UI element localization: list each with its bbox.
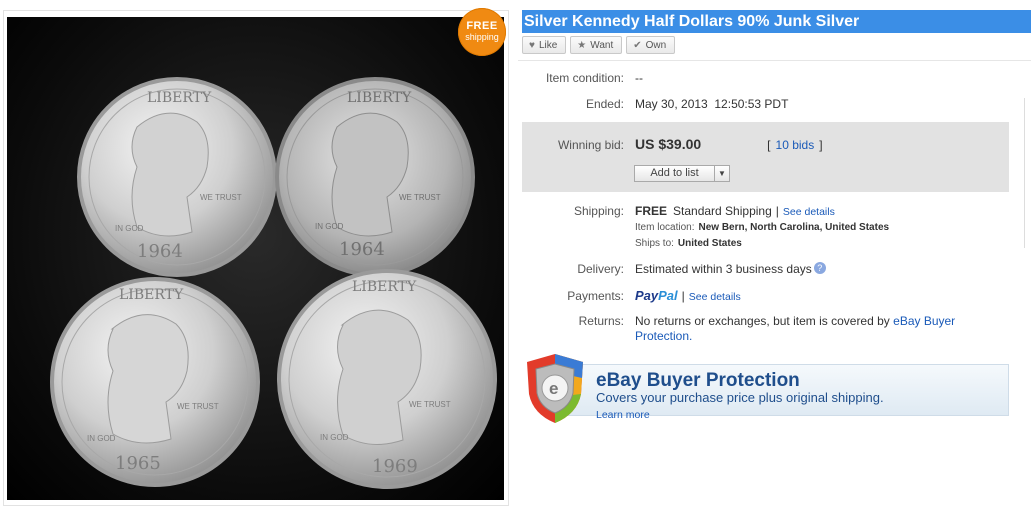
buyer-protection-subtitle: Covers your purchase price plus original… bbox=[596, 390, 884, 405]
own-button[interactable]: ✔ Own bbox=[626, 36, 676, 54]
paypal-logo-part2: Pal bbox=[658, 288, 678, 303]
condition-value: -- bbox=[635, 71, 643, 85]
free-shipping-badge: FREE shipping bbox=[458, 8, 506, 56]
svg-text:1969: 1969 bbox=[372, 456, 418, 477]
ended-value: May 30, 2013 12:50:53 PDT bbox=[635, 97, 789, 111]
want-label: Want bbox=[590, 39, 614, 51]
svg-text:WE TRUST: WE TRUST bbox=[399, 193, 441, 202]
item-photo[interactable]: LIBERTY IN GOD WE TRUST 1964 LIBERTY IN … bbox=[7, 17, 504, 500]
star-icon: ★ bbox=[577, 39, 587, 51]
winning-bid-amount: US $39.00 bbox=[635, 136, 702, 152]
returns-value: No returns or exchanges, but item is cov… bbox=[635, 314, 890, 328]
shipping-separator: | bbox=[775, 204, 779, 218]
svg-text:LIBERTY: LIBERTY bbox=[352, 279, 417, 295]
item-location-row: Item location: New Bern, North Carolina,… bbox=[635, 222, 889, 233]
svg-text:LIBERTY: LIBERTY bbox=[119, 287, 184, 303]
item-location-value: New Bern, North Carolina, United States bbox=[698, 222, 890, 233]
payments-separator: | bbox=[681, 289, 685, 303]
item-image-frame[interactable]: LIBERTY IN GOD WE TRUST 1964 LIBERTY IN … bbox=[3, 10, 509, 506]
coin-1: LIBERTY IN GOD WE TRUST 1964 bbox=[77, 77, 277, 277]
coin-2: LIBERTY IN GOD WE TRUST 1964 bbox=[275, 77, 475, 277]
shipping-row: Shipping: FREE Standard Shipping | See d… bbox=[525, 204, 835, 218]
like-button[interactable]: ♥ Like bbox=[522, 36, 567, 54]
scroll-edge bbox=[1024, 98, 1025, 248]
buyer-protection-banner[interactable]: e eBay Buyer Protection Covers your purc… bbox=[523, 352, 1009, 425]
delivery-value: Estimated within 3 business days bbox=[635, 262, 812, 276]
svg-text:LIBERTY: LIBERTY bbox=[147, 90, 212, 106]
svg-text:IN GOD: IN GOD bbox=[87, 434, 116, 443]
svg-text:1965: 1965 bbox=[115, 453, 161, 474]
item-location-label: Item location: bbox=[635, 222, 695, 233]
buyer-protection-title: eBay Buyer Protection bbox=[596, 370, 800, 391]
shield-icon: e bbox=[527, 354, 583, 423]
want-button[interactable]: ★ Want bbox=[570, 36, 623, 54]
payments-row: Payments: PayPal | See details bbox=[525, 288, 741, 303]
dropdown-arrow-icon[interactable]: ▼ bbox=[715, 166, 729, 181]
svg-text:1964: 1964 bbox=[137, 241, 183, 262]
badge-line1: FREE bbox=[466, 20, 498, 32]
svg-text:IN GOD: IN GOD bbox=[320, 433, 349, 442]
ships-to-row: Ships to: United States bbox=[635, 238, 742, 249]
ended-label: Ended: bbox=[585, 97, 624, 111]
svg-text:WE TRUST: WE TRUST bbox=[409, 400, 451, 409]
paypal-logo-part1: Pay bbox=[635, 288, 659, 303]
winning-bid-row: Winning bid: US $39.00 [ 10 bids ] bbox=[525, 136, 823, 152]
shipping-free: FREE bbox=[635, 204, 668, 218]
payments-label: Payments: bbox=[567, 289, 624, 303]
heart-icon: ♥ bbox=[529, 39, 535, 51]
returns-text: No returns or exchanges, but item is cov… bbox=[635, 314, 995, 344]
help-icon[interactable]: ? bbox=[813, 262, 826, 274]
add-to-list-label: Add to list bbox=[635, 166, 715, 181]
badge-line2: shipping bbox=[465, 32, 499, 42]
paypal-logo: PayPal bbox=[635, 288, 678, 303]
ships-to-label: Ships to: bbox=[635, 238, 674, 249]
checkmark-icon: ✔ bbox=[633, 39, 642, 51]
payments-see-details-link[interactable]: See details bbox=[689, 291, 741, 303]
returns-label: Returns: bbox=[578, 314, 624, 328]
returns-row: Returns: No returns or exchanges, but it… bbox=[525, 314, 995, 344]
bids-count-link[interactable]: 10 bids bbox=[776, 138, 815, 152]
shipping-method: Standard Shipping bbox=[673, 204, 772, 218]
delivery-row: Delivery: Estimated within 3 business da… bbox=[525, 262, 826, 276]
svg-text:1964: 1964 bbox=[339, 239, 385, 260]
social-buttons: ♥ Like ★ Want ✔ Own bbox=[522, 36, 676, 54]
bids-bracket-open: [ bbox=[767, 138, 771, 152]
bids-bracket-close: ] bbox=[819, 138, 823, 152]
condition-label: Item condition: bbox=[545, 71, 624, 85]
divider bbox=[518, 60, 1031, 61]
condition-row: Item condition: -- bbox=[525, 71, 643, 85]
svg-text:LIBERTY: LIBERTY bbox=[347, 90, 412, 106]
delivery-label: Delivery: bbox=[577, 262, 624, 276]
shield-letter: e bbox=[549, 379, 558, 398]
svg-text:IN GOD: IN GOD bbox=[115, 224, 144, 233]
learn-more-link[interactable]: Learn more bbox=[596, 409, 650, 421]
shipping-label: Shipping: bbox=[573, 204, 624, 218]
item-title: Silver Kennedy Half Dollars 90% Junk Sil… bbox=[522, 10, 1031, 33]
coin-4: LIBERTY IN GOD WE TRUST 1969 bbox=[277, 269, 497, 489]
ended-row: Ended: May 30, 2013 12:50:53 PDT bbox=[525, 97, 788, 111]
ships-to-value: United States bbox=[677, 238, 742, 249]
svg-text:WE TRUST: WE TRUST bbox=[177, 402, 219, 411]
winning-bid-label: Winning bid: bbox=[557, 138, 624, 152]
own-label: Own bbox=[645, 39, 667, 51]
winning-bid-box bbox=[522, 122, 1009, 192]
svg-text:WE TRUST: WE TRUST bbox=[200, 193, 242, 202]
coin-3: LIBERTY IN GOD WE TRUST 1965 bbox=[50, 277, 260, 487]
coins-illustration: LIBERTY IN GOD WE TRUST 1964 LIBERTY IN … bbox=[50, 77, 497, 489]
add-to-list-button[interactable]: Add to list ▼ bbox=[634, 165, 730, 182]
svg-text:IN GOD: IN GOD bbox=[315, 222, 344, 231]
shipping-see-details-link[interactable]: See details bbox=[783, 206, 835, 218]
like-label: Like bbox=[538, 39, 558, 51]
